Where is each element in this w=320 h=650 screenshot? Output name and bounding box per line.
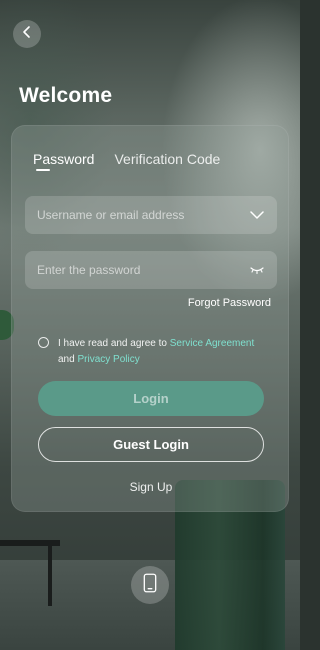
phone-icon [143, 573, 157, 598]
agreement-checkbox[interactable] [38, 337, 49, 348]
username-input[interactable] [37, 208, 249, 222]
forgot-password-link[interactable]: Forgot Password [188, 297, 271, 309]
page-title: Welcome [19, 84, 113, 107]
password-input[interactable] [37, 263, 249, 277]
tab-password[interactable]: Password [33, 151, 94, 167]
back-button[interactable] [13, 20, 41, 48]
agreement: I have read and agree to Service Agreeme… [38, 336, 268, 368]
username-field [25, 196, 277, 234]
login-card: Password Verification Code Forgot Passwo… [11, 125, 289, 512]
guest-login-button[interactable]: Guest Login [38, 427, 264, 462]
eye-closed-icon[interactable] [249, 262, 265, 278]
phone-login-button[interactable] [131, 566, 169, 604]
agreement-middle: and [58, 354, 78, 365]
sign-up-link[interactable]: Sign Up [12, 480, 290, 494]
background-table-leg [48, 546, 52, 606]
privacy-policy-link[interactable]: Privacy Policy [77, 354, 139, 365]
login-button[interactable]: Login [38, 381, 264, 416]
agreement-prefix: I have read and agree to [58, 338, 170, 349]
tab-verification-code[interactable]: Verification Code [114, 151, 220, 167]
login-tabs: Password Verification Code [33, 151, 220, 167]
chevron-down-icon[interactable] [249, 207, 265, 223]
service-agreement-link[interactable]: Service Agreement [170, 338, 255, 349]
chevron-left-icon [20, 25, 34, 44]
password-field [25, 251, 277, 289]
active-tab-indicator [36, 169, 50, 171]
